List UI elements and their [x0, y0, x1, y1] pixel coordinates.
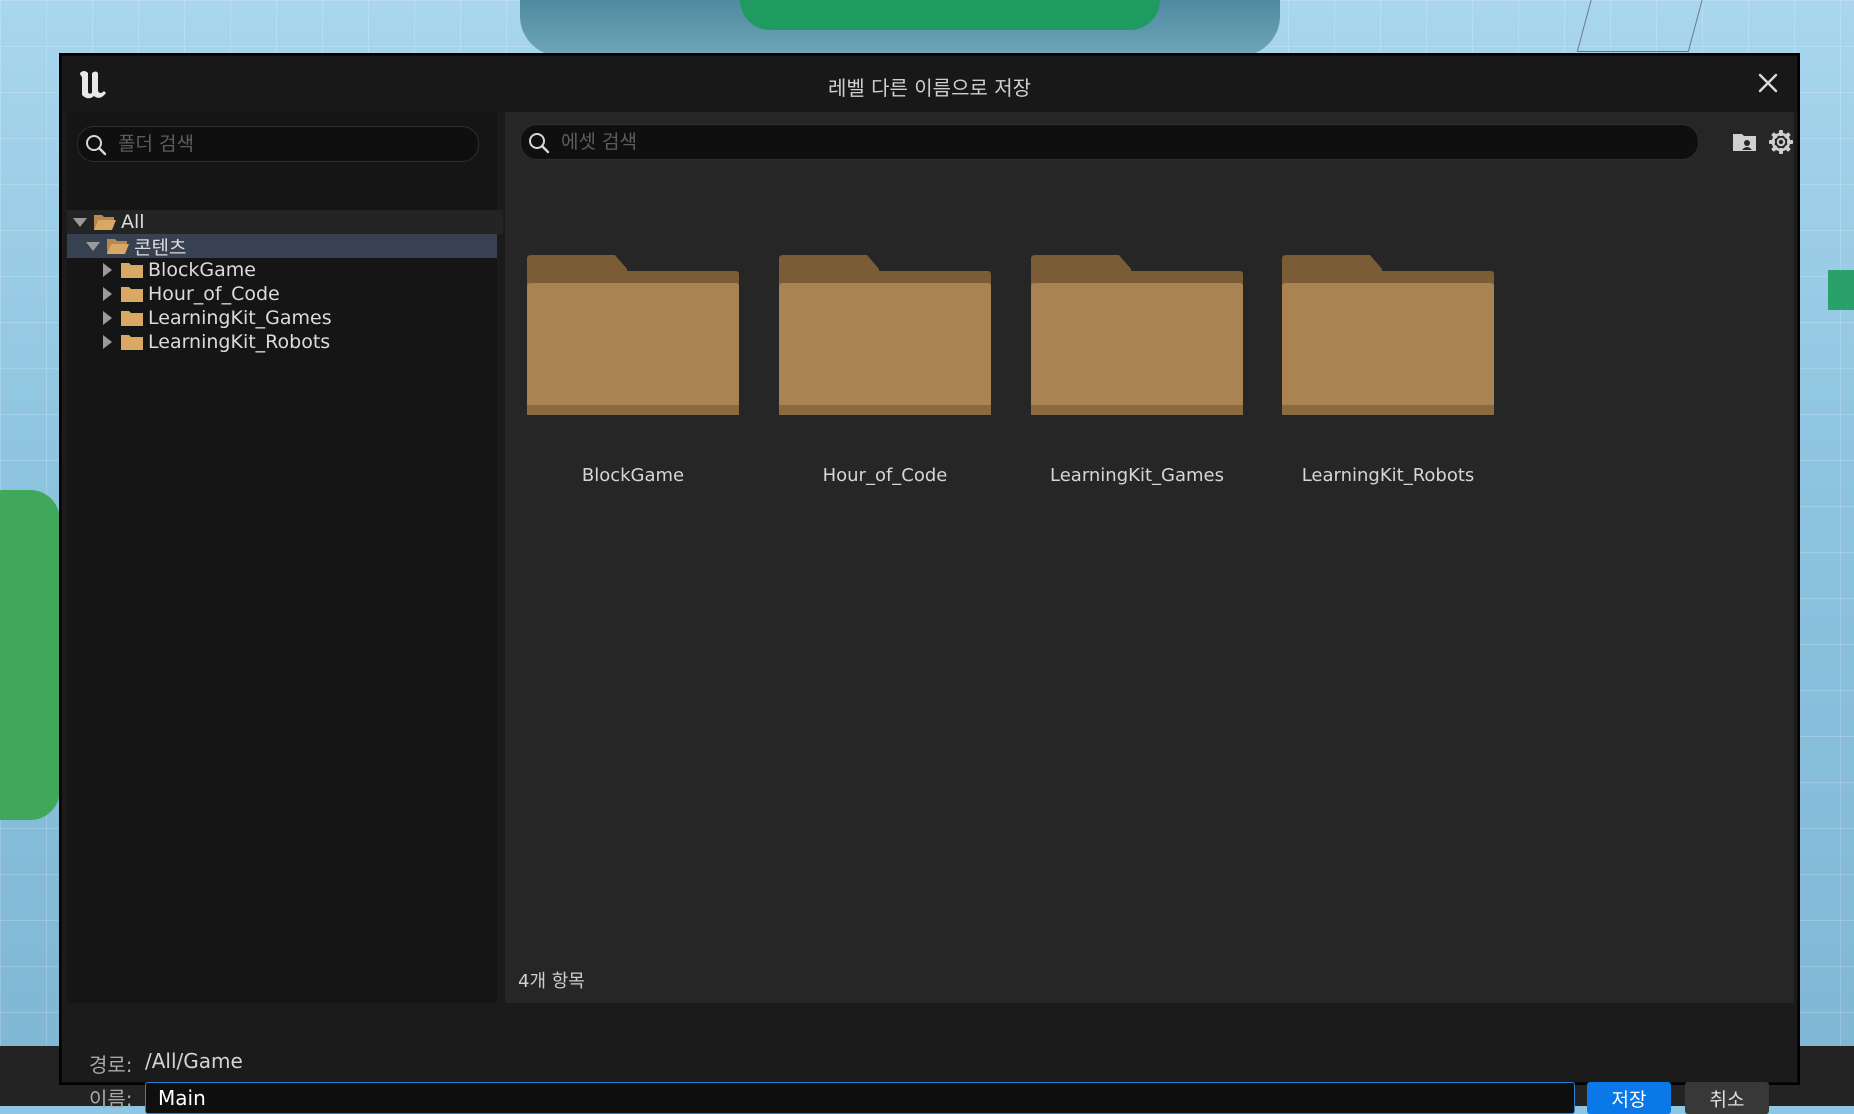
open-folder-icon	[94, 215, 116, 230]
tree-item-label: LearningKit_Robots	[148, 331, 331, 353]
tree-item-all[interactable]: All	[67, 210, 503, 234]
folder-icon	[121, 335, 143, 350]
tree-item-learningkit-games[interactable]: LearningKit_Games	[67, 306, 530, 330]
folder-filter-icon[interactable]	[1731, 128, 1759, 156]
collapse-arrow-icon[interactable]	[103, 335, 112, 349]
folder-thumbnail-icon	[1282, 255, 1494, 415]
collapse-arrow-icon[interactable]	[103, 311, 112, 325]
path-value: /All/Game	[145, 1049, 243, 1073]
tree-item-learningkit-robots[interactable]: LearningKit_Robots	[67, 330, 530, 354]
tree-item-label: LearningKit_Games	[148, 307, 332, 329]
item-count-label: 4개 항목	[518, 971, 585, 992]
asset-tile-blockgame[interactable]: BlockGame	[517, 255, 769, 545]
expand-arrow-icon[interactable]	[73, 217, 87, 227]
settings-gear-icon[interactable]	[1767, 128, 1795, 156]
save-footer: 경로: /All/Game 이름: 저장 취소	[62, 1003, 1797, 1114]
asset-view-panel: BlockGame Hour_of_Code LearningKit_Games	[505, 112, 1794, 1003]
tree-item-label: All	[121, 211, 145, 233]
asset-tile-learningkit-robots[interactable]: LearningKit_Robots	[1272, 255, 1524, 545]
background-island	[0, 490, 60, 820]
asset-search-box[interactable]	[520, 124, 1699, 160]
open-folder-icon	[107, 239, 129, 254]
background-tower-roof	[740, 0, 1160, 30]
background-wireframe	[1576, 0, 1706, 52]
collapse-arrow-icon[interactable]	[103, 287, 112, 301]
asset-tile-hour-of-code[interactable]: Hour_of_Code	[769, 255, 1021, 545]
asset-tile-learningkit-games[interactable]: LearningKit_Games	[1021, 255, 1273, 545]
tree-item-hour-of-code[interactable]: Hour_of_Code	[67, 282, 530, 306]
folder-icon	[121, 287, 143, 302]
tree-item-content[interactable]: 콘텐츠	[67, 234, 497, 259]
path-label: 경로:	[89, 1053, 133, 1077]
folder-icon	[121, 263, 143, 278]
name-label: 이름:	[89, 1087, 133, 1111]
asset-tile-label: LearningKit_Robots	[1301, 465, 1475, 486]
cancel-button[interactable]: 취소	[1685, 1082, 1769, 1114]
asset-tile-label: BlockGame	[581, 465, 685, 486]
close-icon[interactable]	[1755, 70, 1781, 96]
tree-item-label: BlockGame	[148, 259, 256, 281]
name-input[interactable]	[145, 1082, 1575, 1114]
folder-tree-panel: All 콘텐츠 BlockGame	[67, 112, 503, 1003]
background-island-right	[1828, 270, 1854, 310]
collapse-arrow-icon[interactable]	[103, 263, 112, 277]
search-icon	[529, 133, 550, 154]
tree-item-label: Hour_of_Code	[148, 283, 280, 305]
expand-arrow-icon[interactable]	[86, 241, 100, 251]
search-icon	[86, 135, 107, 156]
asset-tile-label: LearningKit_Games	[1050, 465, 1224, 486]
asset-tile-label: Hour_of_Code	[822, 465, 948, 486]
folder-search-box[interactable]	[77, 126, 479, 162]
folder-thumbnail-icon	[527, 255, 739, 415]
save-level-as-dialog: 레벨 다른 이름으로 저장 All	[61, 55, 1798, 1114]
tree-item-label: 콘텐츠	[134, 236, 187, 259]
folder-thumbnail-icon	[779, 255, 991, 415]
dialog-titlebar[interactable]: 레벨 다른 이름으로 저장	[62, 56, 1797, 112]
folder-search-input[interactable]	[118, 127, 468, 161]
folder-thumbnail-icon	[1031, 255, 1243, 415]
dialog-title: 레벨 다른 이름으로 저장	[827, 76, 1032, 100]
tree-item-blockgame[interactable]: BlockGame	[67, 258, 530, 282]
folder-icon	[121, 311, 143, 326]
save-button[interactable]: 저장	[1587, 1082, 1671, 1114]
asset-search-input[interactable]	[561, 125, 1688, 159]
